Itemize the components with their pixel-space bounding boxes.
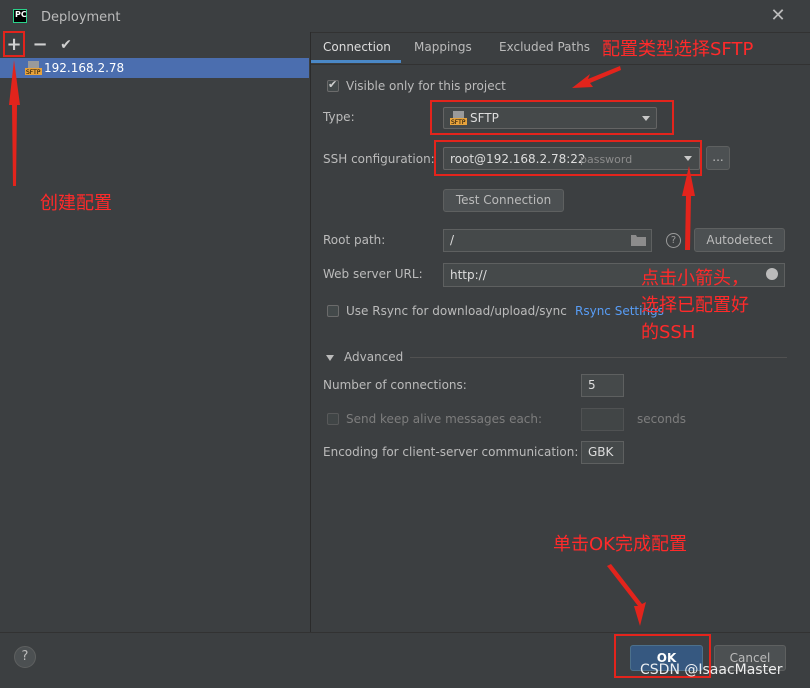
annotation-box-add bbox=[3, 31, 25, 57]
tab-connection[interactable]: Connection bbox=[323, 40, 391, 54]
annotation-click-arrow-line1: 点击小箭头， bbox=[641, 268, 749, 289]
folder-icon[interactable] bbox=[631, 234, 646, 246]
root-path-value: / bbox=[450, 233, 455, 247]
help-icon[interactable]: ? bbox=[666, 233, 681, 248]
annotation-create-config: 创建配置 bbox=[40, 193, 112, 214]
annotation-arrow bbox=[607, 564, 646, 626]
root-path-input[interactable] bbox=[443, 229, 652, 252]
web-server-url-label: Web server URL: bbox=[323, 267, 423, 281]
server-name: 192.168.2.78 bbox=[44, 61, 125, 75]
active-tab-indicator bbox=[311, 60, 401, 63]
num-connections-value: 5 bbox=[588, 378, 596, 392]
visible-only-label: Visible only for this project bbox=[346, 79, 506, 93]
type-label: Type: bbox=[323, 110, 355, 124]
rsync-label: Use Rsync for download/upload/sync bbox=[346, 304, 567, 318]
keepalive-label: Send keep alive messages each: bbox=[346, 412, 543, 426]
advanced-section-label[interactable]: Advanced bbox=[344, 350, 403, 364]
svg-text:SFTP: SFTP bbox=[26, 69, 41, 75]
autodetect-button[interactable]: Autodetect bbox=[694, 228, 785, 252]
collapse-icon[interactable] bbox=[326, 355, 334, 361]
keepalive-unit: seconds bbox=[637, 412, 687, 426]
server-list-pane bbox=[0, 32, 311, 632]
help-button[interactable]: ? bbox=[14, 646, 36, 668]
tab-mappings[interactable]: Mappings bbox=[414, 40, 472, 54]
remove-server-button[interactable]: − bbox=[30, 35, 50, 55]
annotation-box-type bbox=[430, 100, 674, 135]
tab-excluded-paths[interactable]: Excluded Paths bbox=[499, 40, 590, 54]
section-divider bbox=[410, 357, 787, 358]
annotation-click-ok: 单击OK完成配置 bbox=[553, 534, 687, 555]
ssh-config-label: SSH configuration: bbox=[323, 152, 435, 166]
annotation-box-ssh bbox=[434, 140, 702, 176]
pycharm-logo-icon: PC bbox=[13, 9, 27, 23]
title-bar bbox=[0, 0, 810, 33]
root-path-label: Root path: bbox=[323, 233, 386, 247]
encoding-label: Encoding for client-server communication… bbox=[323, 445, 579, 459]
keepalive-checkbox[interactable] bbox=[327, 413, 339, 425]
annotation-click-arrow-line3: 的SSH bbox=[641, 322, 696, 343]
window-title: Deployment bbox=[41, 10, 121, 25]
annotation-arrow bbox=[572, 66, 621, 88]
watermark: CSDN @IsaacMaster bbox=[640, 662, 783, 678]
close-icon[interactable]: ✕ bbox=[768, 6, 788, 26]
annotation-click-arrow-line2: 选择已配置好 bbox=[641, 295, 749, 316]
sftp-server-icon: SFTP bbox=[25, 61, 42, 75]
globe-icon[interactable] bbox=[766, 268, 778, 280]
web-server-url-value: http:// bbox=[450, 268, 487, 282]
annotation-choose-sftp: 配置类型选择SFTP bbox=[602, 39, 754, 60]
set-default-button[interactable]: ✔ bbox=[56, 35, 76, 55]
visible-only-checkbox[interactable] bbox=[327, 78, 339, 92]
rsync-checkbox[interactable] bbox=[327, 305, 339, 317]
keepalive-input[interactable] bbox=[581, 408, 624, 431]
num-connections-label: Number of connections: bbox=[323, 378, 467, 392]
ssh-config-browse-button[interactable]: ... bbox=[706, 146, 730, 170]
test-connection-button[interactable]: Test Connection bbox=[443, 189, 564, 212]
encoding-value: GBK bbox=[588, 445, 614, 459]
